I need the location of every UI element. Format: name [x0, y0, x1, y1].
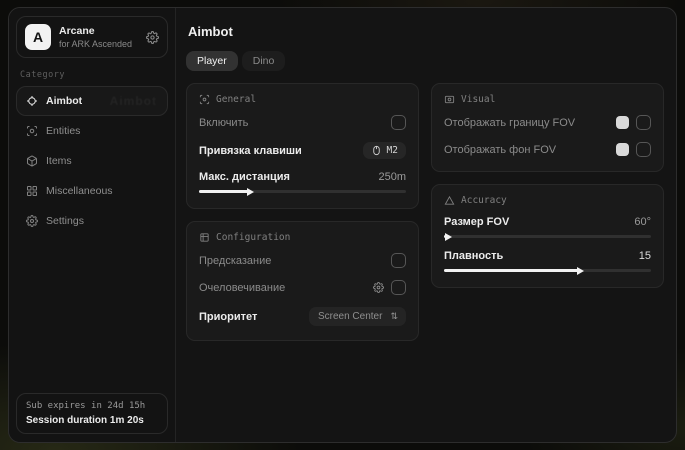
gear-icon [25, 215, 38, 227]
brand-logo: A [25, 24, 51, 50]
general-panel-header: General [199, 94, 406, 105]
crosshair-icon [25, 95, 38, 107]
accuracy-panel-header: Accuracy [444, 195, 651, 206]
slider-thumb[interactable] [445, 233, 452, 241]
crosshair-icon [199, 94, 210, 105]
sidebar-item-miscellaneous[interactable]: Miscellaneous [16, 176, 168, 206]
distance-row: Макс. дистанция 250m [199, 165, 406, 183]
fov-bg-row: Отображать фон FOV [444, 136, 651, 159]
sidebar-item-settings[interactable]: Settings [16, 206, 168, 236]
sub-expires-text: Sub expires in 24d 15h [26, 401, 158, 411]
distance-label: Макс. дистанция [199, 171, 290, 183]
keybind-row: Привязка клавиши M2 [199, 136, 406, 165]
sidebar-item-entities[interactable]: Entities [16, 116, 168, 146]
enable-checkbox[interactable] [391, 115, 406, 130]
mouse-icon [371, 145, 382, 156]
humanize-checkbox[interactable] [391, 280, 406, 295]
aimbot-watermark: Aimbot [110, 94, 157, 108]
fov-bg-label: Отображать фон FOV [444, 144, 556, 156]
main-content: Aimbot Player Dino General [176, 8, 676, 442]
smoothness-value: 15 [639, 250, 651, 262]
sidebar: A Arcane for ARK Ascended Category [9, 8, 176, 442]
brand-card: A Arcane for ARK Ascended [16, 16, 168, 58]
fov-border-row: Отображать границу FOV [444, 109, 651, 136]
page-title: Aimbot [188, 24, 664, 39]
tab-bar: Player Dino [186, 51, 664, 71]
distance-value: 250m [378, 171, 406, 183]
fov-border-color-swatch[interactable] [616, 116, 629, 129]
prediction-label: Предсказание [199, 255, 271, 267]
sidebar-item-label: Miscellaneous [46, 185, 113, 197]
accuracy-panel: Accuracy Размер FOV 60° Плавность 15 [431, 184, 664, 288]
fov-size-row: Размер FOV 60° [444, 210, 651, 228]
sidebar-nav: Aimbot Aimbot Entities [16, 86, 168, 236]
fov-size-label: Размер FOV [444, 216, 509, 228]
entities-scan-icon [25, 125, 38, 137]
box-icon [25, 155, 38, 167]
keybind-label: Привязка клавиши [199, 145, 302, 157]
enable-label: Включить [199, 117, 248, 129]
fov-bg-checkbox[interactable] [636, 142, 651, 157]
priority-row: Приоритет Screen Center ⇅ [199, 301, 406, 328]
fov-size-value: 60° [634, 216, 651, 228]
configuration-panel-header: Configuration [199, 232, 406, 243]
brand-text: Arcane for ARK Ascended [59, 25, 138, 49]
sidebar-item-label: Aimbot [46, 95, 82, 107]
sidebar-item-items[interactable]: Items [16, 146, 168, 176]
session-duration-text: Session duration 1m 20s [26, 415, 158, 426]
visual-panel: Visual Отображать границу FOV Отображать… [431, 83, 664, 172]
keybind-button[interactable]: M2 [363, 142, 406, 159]
prediction-checkbox[interactable] [391, 253, 406, 268]
priority-label: Приоритет [199, 311, 257, 323]
slider-thumb[interactable] [577, 267, 584, 275]
visual-icon [444, 94, 455, 105]
general-panel: General Включить Привязка клавиши [186, 83, 419, 209]
subscription-info-card: Sub expires in 24d 15h Session duration … [16, 393, 168, 434]
smoothness-row: Плавность 15 [444, 244, 651, 262]
triangle-icon [444, 195, 455, 206]
sidebar-item-label: Items [46, 155, 72, 167]
brand-subtitle: for ARK Ascended [59, 39, 138, 49]
keybind-value: M2 [387, 145, 398, 156]
tab-dino[interactable]: Dino [242, 51, 286, 71]
gear-icon[interactable] [373, 282, 384, 293]
tab-player[interactable]: Player [186, 51, 238, 71]
prediction-row: Предсказание [199, 247, 406, 274]
fov-border-checkbox[interactable] [636, 115, 651, 130]
slider-thumb[interactable] [247, 188, 254, 196]
humanize-label: Очеловечивание [199, 282, 285, 294]
sidebar-item-label: Settings [46, 215, 84, 227]
panel-title: Visual [461, 94, 495, 105]
sliders-icon [199, 232, 210, 243]
configuration-panel: Configuration Предсказание Очеловечивани… [186, 221, 419, 341]
humanize-row: Очеловечивание [199, 274, 406, 301]
app-window: A Arcane for ARK Ascended Category [8, 7, 677, 443]
grid-icon [25, 185, 38, 197]
priority-select-value: Screen Center [318, 311, 382, 322]
select-arrows-icon: ⇅ [390, 311, 397, 322]
smoothness-label: Плавность [444, 250, 503, 262]
gear-icon[interactable] [146, 31, 159, 44]
sidebar-item-label: Entities [46, 125, 80, 137]
panel-title: Accuracy [461, 195, 507, 206]
category-label: Category [20, 70, 164, 80]
enable-row: Включить [199, 109, 406, 136]
smoothness-slider[interactable] [444, 269, 651, 272]
sidebar-item-aimbot[interactable]: Aimbot Aimbot [16, 86, 168, 116]
fov-size-slider[interactable] [444, 235, 651, 238]
fov-bg-color-swatch[interactable] [616, 143, 629, 156]
visual-panel-header: Visual [444, 94, 651, 105]
fov-border-label: Отображать границу FOV [444, 117, 575, 129]
priority-select[interactable]: Screen Center ⇅ [309, 307, 406, 326]
distance-slider[interactable] [199, 190, 406, 193]
panel-title: General [216, 94, 256, 105]
panel-title: Configuration [216, 232, 290, 243]
brand-title: Arcane [59, 25, 138, 37]
